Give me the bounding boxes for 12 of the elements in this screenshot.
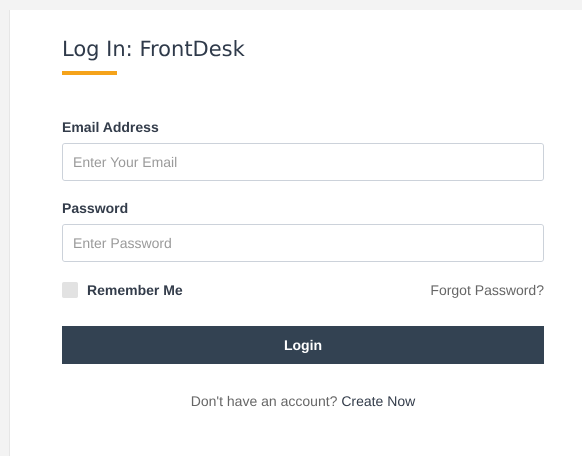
input-field[interactable]: Enter Your Email [62,143,544,181]
accent-bar [62,71,117,75]
field-label: Password [62,200,128,216]
checkbox[interactable] [62,282,78,298]
form-title: Log In: FrontDesk [62,36,245,62]
signup-prompt: Don't have an account? Create Now [190,393,416,409]
checkbox-label: Remember Me [87,282,183,298]
forgot-password-link[interactable]: Forgot Password? [430,282,544,298]
create-account-link[interactable]: Create Now [341,393,416,409]
field-label: Email Address [62,119,159,135]
login-button[interactable]: Login [62,326,544,364]
input-field[interactable]: Enter Password [62,224,544,262]
